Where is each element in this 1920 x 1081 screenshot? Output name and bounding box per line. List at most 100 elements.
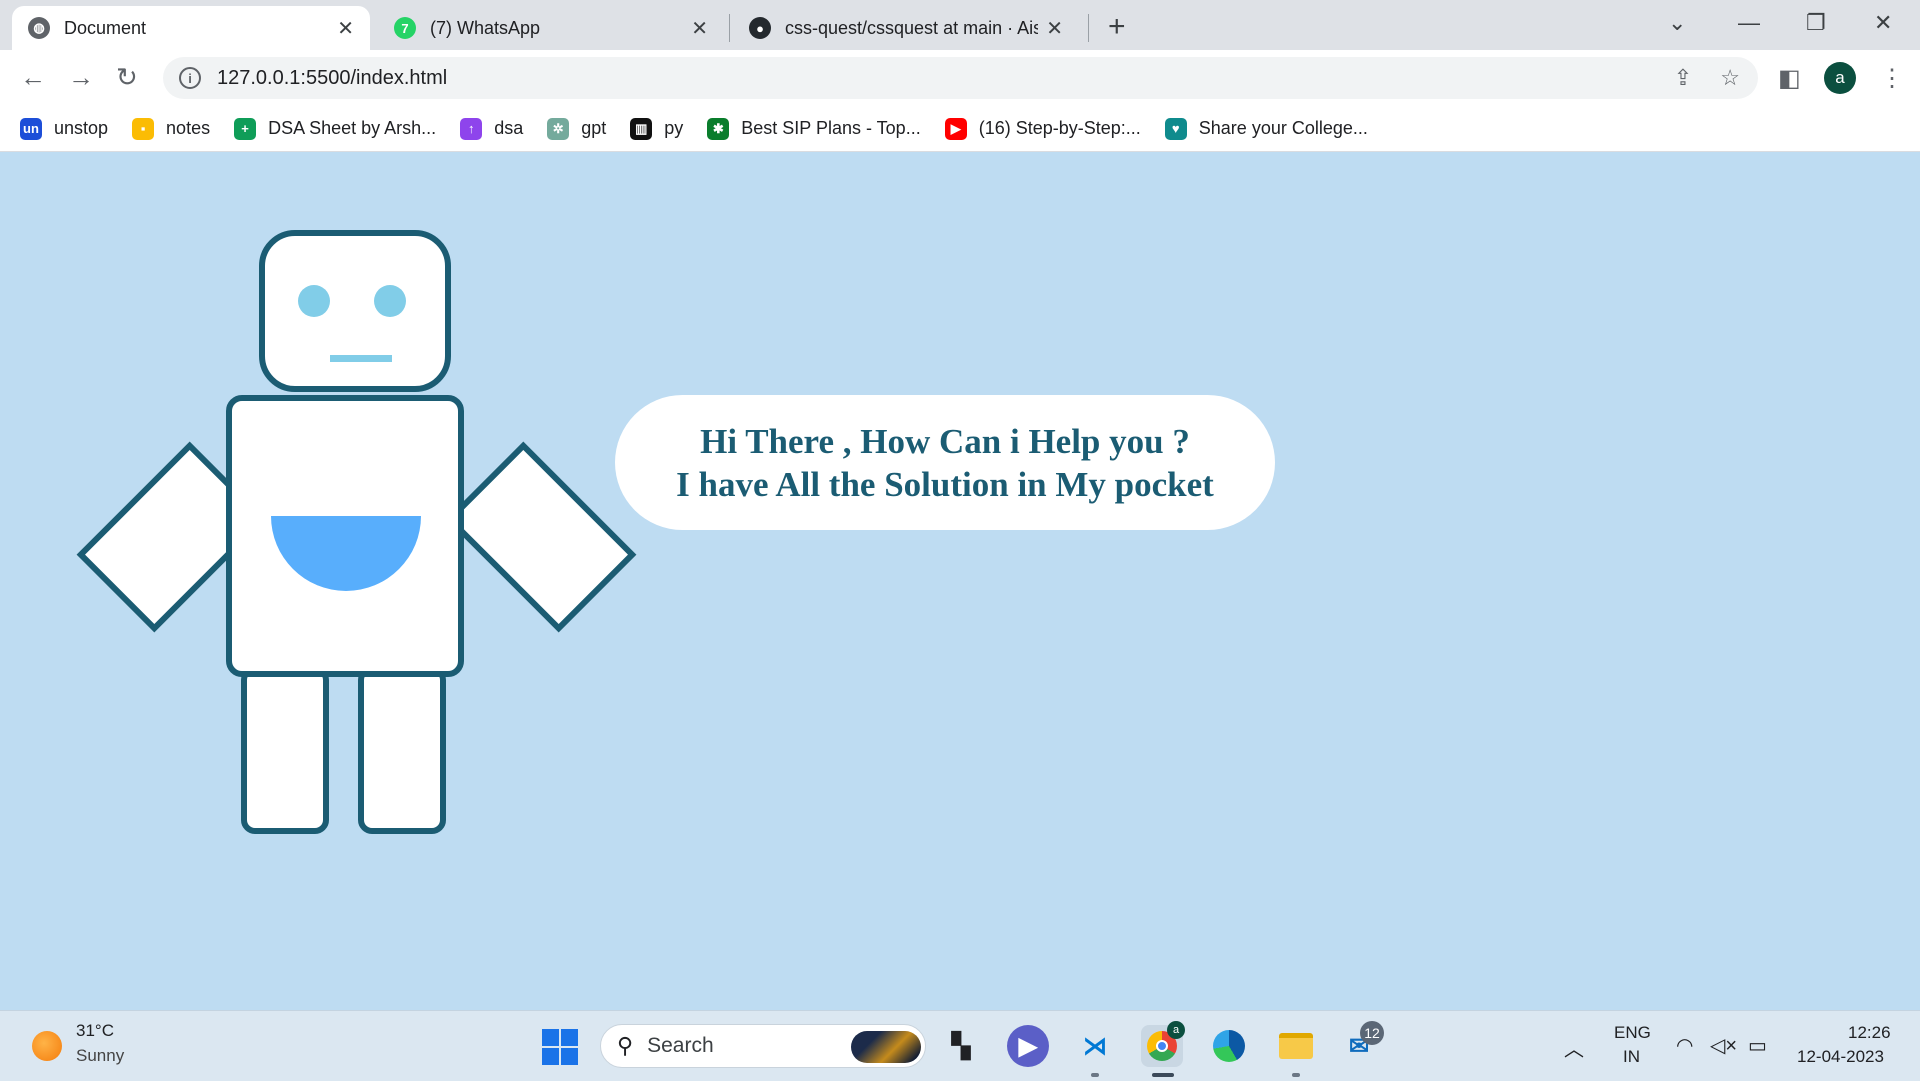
app-active-indicator: [1152, 1073, 1174, 1077]
omnibox-actions: ⇪ ☆: [1674, 65, 1740, 91]
share-icon[interactable]: ⇪: [1674, 65, 1692, 90]
taskbar: 31°C Sunny ⚲ Search ▚ ▶ ⋊ a ✉ 12 ︿ ENG I…: [0, 1010, 1920, 1081]
bookmark-label: Best SIP Plans - Top...: [741, 118, 921, 138]
bookmark-item[interactable]: ✲ gpt: [547, 117, 607, 140]
site-info-icon[interactable]: i: [179, 67, 201, 89]
bookmark-item[interactable]: un unstop: [20, 117, 109, 140]
bookmark-item[interactable]: ▶ (16) Step-by-Step:...: [944, 117, 1141, 140]
task-view-icon[interactable]: ▚: [940, 1025, 982, 1067]
robot-left-leg: [241, 666, 329, 834]
bookmark-item[interactable]: ↑ dsa: [460, 117, 524, 140]
tab-separator: [1088, 14, 1089, 42]
teams-chat-icon[interactable]: ▶: [1007, 1025, 1049, 1067]
unstop-icon: un: [20, 117, 42, 140]
forward-button[interactable]: →: [68, 62, 94, 93]
show-hidden-icons-chevron-icon[interactable]: ︿: [1564, 1033, 1584, 1062]
bookmark-label: py: [664, 118, 684, 138]
close-icon[interactable]: ✕: [691, 16, 708, 41]
app-running-indicator: [1091, 1073, 1099, 1077]
share-icon: ♥: [1164, 117, 1187, 140]
profile-avatar[interactable]: a: [1824, 62, 1856, 94]
menu-icon[interactable]: ⋮: [1880, 64, 1904, 93]
tab-github[interactable]: ● css-quest/cssquest at main · Aish ✕: [733, 6, 1079, 50]
openai-icon: ✲: [547, 117, 570, 140]
new-tab-button[interactable]: +: [1108, 10, 1126, 44]
chrome-icon[interactable]: a: [1141, 1021, 1185, 1067]
robot-body: [226, 395, 464, 677]
sheets-icon: +: [234, 117, 257, 140]
app-running-indicator: [1292, 1073, 1300, 1077]
whatsapp-icon: 7: [394, 17, 416, 39]
weather-condition[interactable]: Sunny: [76, 1046, 124, 1066]
speech-line-2: I have All the Solution in My pocket: [676, 464, 1214, 504]
github-icon: ●: [749, 17, 771, 39]
weather-sun-icon[interactable]: [32, 1031, 62, 1061]
robot-mouth: [330, 355, 392, 362]
youtube-icon: ▶: [944, 117, 967, 140]
bookmark-item[interactable]: + DSA Sheet by Arsh...: [234, 117, 436, 140]
search-label: Search: [647, 1034, 714, 1057]
close-icon[interactable]: ✕: [1046, 16, 1063, 41]
bookmark-item[interactable]: ▥ py: [630, 117, 684, 140]
bookmark-label: Share your College...: [1198, 118, 1368, 138]
close-window-button[interactable]: ✕: [1874, 10, 1892, 36]
mail-badge: 12: [1360, 1021, 1384, 1045]
minimize-button[interactable]: —: [1738, 10, 1760, 36]
tab-title: css-quest/cssquest at main · Aish: [785, 17, 1039, 38]
taskbar-search[interactable]: ⚲ Search: [600, 1024, 926, 1068]
bookmark-item[interactable]: ✱ Best SIP Plans - Top...: [707, 117, 921, 140]
battery-icon[interactable]: ▭: [1748, 1033, 1767, 1058]
sip-icon: ✱: [707, 117, 730, 140]
bookmark-label: unstop: [54, 118, 109, 138]
tab-whatsapp[interactable]: 7 (7) WhatsApp ✕: [378, 6, 724, 50]
back-button[interactable]: ←: [20, 62, 46, 93]
tab-strip: ◍ Document ✕ 7 (7) WhatsApp ✕ ● css-ques…: [0, 0, 1920, 50]
globe-icon: ◍: [28, 17, 50, 39]
robot-pocket: [271, 516, 421, 591]
py-icon: ▥: [630, 117, 653, 140]
windows-start-icon[interactable]: [542, 1029, 578, 1065]
bookmark-label: dsa: [494, 118, 524, 138]
bookmark-label: (16) Step-by-Step:...: [978, 118, 1141, 138]
file-explorer-icon[interactable]: [1275, 1025, 1317, 1067]
bookmark-item[interactable]: ▪ notes: [132, 117, 211, 140]
side-panel-icon[interactable]: ◧: [1778, 64, 1801, 93]
address-bar[interactable]: i 127.0.0.1:5500/index.html ⇪ ☆: [163, 57, 1758, 99]
keep-notes-icon: ▪: [132, 117, 155, 140]
reload-button[interactable]: ↻: [116, 62, 138, 93]
bookmark-item[interactable]: ♥ Share your College...: [1164, 117, 1368, 140]
edge-icon[interactable]: [1208, 1025, 1250, 1067]
browser-toolbar: ← → ↻ i 127.0.0.1:5500/index.html ⇪ ☆ ◧ …: [0, 50, 1920, 106]
speech-bubble: Hi There , How Can i Help you ? I have A…: [615, 395, 1275, 530]
robot-head: [259, 230, 451, 392]
tab-document[interactable]: ◍ Document ✕: [12, 6, 370, 50]
region-indicator[interactable]: IN: [1623, 1047, 1640, 1067]
bookmark-label: notes: [166, 118, 211, 138]
robot-right-eye: [374, 285, 406, 317]
language-indicator[interactable]: ENG: [1614, 1023, 1651, 1043]
robot-left-eye: [298, 285, 330, 317]
search-highlight-image: [851, 1031, 921, 1063]
restore-button[interactable]: ❐: [1806, 10, 1826, 36]
tab-search-chevron-icon[interactable]: ⌄: [1668, 10, 1686, 36]
search-icon: ⚲: [617, 1033, 634, 1058]
tab-title: (7) WhatsApp: [430, 17, 541, 38]
robot-right-leg: [358, 666, 446, 834]
tab-separator: [729, 14, 730, 42]
bookmarks-bar: un unstop ▪ notes + DSA Sheet by Arsh... ↑ dsa ✲…: [0, 106, 1920, 152]
speaker-muted-icon[interactable]: ◁×: [1710, 1033, 1737, 1058]
clock-time[interactable]: 12:26: [1848, 1023, 1891, 1043]
vscode-icon[interactable]: ⋊: [1074, 1025, 1116, 1067]
weather-temperature[interactable]: 31°C: [76, 1021, 114, 1041]
dsa-icon: ↑: [460, 117, 483, 140]
bookmark-star-icon[interactable]: ☆: [1720, 65, 1740, 90]
wifi-icon[interactable]: ◠: [1676, 1033, 1693, 1058]
close-icon[interactable]: ✕: [337, 16, 354, 41]
bookmark-label: gpt: [581, 118, 607, 138]
url-text[interactable]: 127.0.0.1:5500/index.html: [217, 67, 447, 90]
robot-right-arm: [445, 441, 637, 633]
clock-date[interactable]: 12-04-2023: [1797, 1047, 1884, 1067]
chrome-profile-badge: a: [1167, 1021, 1185, 1039]
speech-line-1: Hi There , How Can i Help you ?: [700, 421, 1190, 461]
tab-title: Document: [64, 17, 147, 38]
